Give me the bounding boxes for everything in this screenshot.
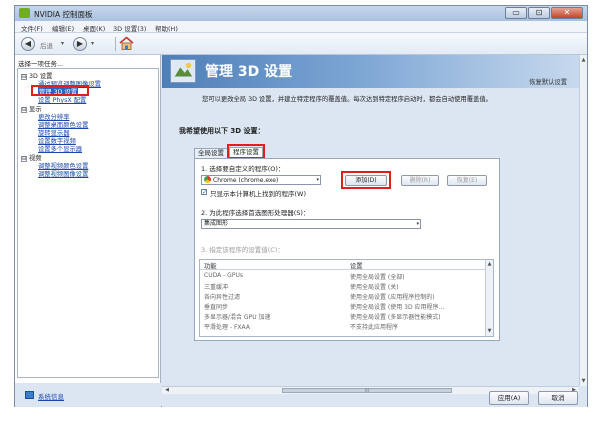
- home-icon[interactable]: [119, 36, 134, 51]
- highlight-box: [341, 171, 391, 189]
- menu-edit[interactable]: 编辑(E): [52, 23, 74, 33]
- program-settings-panel: 1. 选择要自定义的程序(O)： Chrome (chrome.exe) ▾ 添…: [194, 158, 500, 341]
- menu-3d-settings[interactable]: 3D 设置(3): [113, 23, 146, 33]
- toolbar: ◀ 后退 ▾ ▶ ▾: [15, 33, 587, 55]
- tree-item-video-image[interactable]: 调整视频图像设置: [38, 169, 88, 178]
- scroll-down-icon[interactable]: ▼: [580, 377, 587, 385]
- cell-setting: 使用全局设置 (应用程序控制的): [350, 294, 435, 301]
- restore-defaults-link[interactable]: 恢复默认设置: [529, 77, 567, 86]
- cell-feature: 多显示器/混合 GPU 加速: [204, 314, 271, 321]
- page-banner: 管理 3D 设置 恢复默认设置: [162, 55, 579, 88]
- collapse-icon[interactable]: ⊟: [21, 107, 27, 113]
- page-description: 您可以更改全局 3D 设置，并建立特定程序的覆盖值。每次达到特定程序启动时，都会…: [202, 96, 492, 103]
- restore-program-button: 恢复(E): [447, 175, 487, 186]
- title-bar[interactable]: NVIDIA 控制面板 ▭ ⊡ ✕: [15, 6, 587, 21]
- apply-button[interactable]: 应用(A): [489, 391, 529, 405]
- tree-item-multiple-displays[interactable]: 设置多个显示器: [38, 144, 82, 153]
- maximize-button[interactable]: ⊡: [528, 7, 550, 19]
- close-button[interactable]: ✕: [551, 7, 583, 19]
- vertical-scrollbar[interactable]: ▲ ▼: [579, 55, 587, 386]
- highlight-box: [31, 85, 89, 96]
- remove-program-button: 删除(R): [401, 175, 439, 186]
- chevron-down-icon: ▾: [416, 221, 419, 227]
- content-pane: 管理 3D 设置 恢复默认设置 您可以更改全局 3D 设置，并建立特定程序的覆盖…: [162, 55, 587, 407]
- chevron-down-icon: ▾: [316, 177, 319, 183]
- program-select-value: Chrome (chrome.exe): [213, 177, 279, 184]
- chrome-icon: [204, 176, 211, 183]
- cell-feature: 三重缓冲: [204, 284, 229, 291]
- cell-setting: 使用全局设置 (全部): [350, 274, 405, 281]
- 3d-settings-icon: [170, 59, 196, 83]
- cell-setting: 使用全局设置 (多显示器性能模式): [350, 314, 441, 321]
- system-info-bar: 系统信息: [15, 383, 161, 407]
- cell-feature: 垂直同步: [204, 304, 229, 311]
- minimize-button[interactable]: ▭: [505, 7, 527, 19]
- menu-bar: 文件(F) 编辑(E) 桌面(K) 3D 设置(3) 帮助(H): [15, 21, 587, 33]
- step1-label: 1. 选择要自定义的程序(O)：: [201, 165, 285, 173]
- cell-feature: 各向异性过滤: [204, 294, 241, 301]
- step2-label: 2. 为此程序选择首选图形处理器(S)：: [201, 209, 310, 217]
- step3-label: 3. 指定该程序的设置值(C)：: [201, 246, 284, 254]
- forward-dropdown-icon[interactable]: ▾: [91, 40, 94, 47]
- collapse-icon[interactable]: ⊟: [21, 74, 27, 80]
- cell-setting: 使用全局设置 (使用 3D 应用程序...: [350, 304, 445, 311]
- back-button[interactable]: ◀: [21, 37, 35, 51]
- forward-button[interactable]: ▶: [73, 37, 87, 51]
- task-pane-heading: 选择一项任务...: [18, 60, 64, 68]
- app-window: NVIDIA 控制面板 ▭ ⊡ ✕ 文件(F) 编辑(E) 桌面(K) 3D 设…: [14, 5, 588, 407]
- tree-item-physx-config[interactable]: 设置 PhysX 配置: [38, 95, 86, 104]
- system-info-link[interactable]: 系统信息: [38, 391, 64, 401]
- page-title: 管理 3D 设置: [205, 64, 293, 80]
- gpu-select[interactable]: 集成图形 ▾: [201, 219, 421, 229]
- settings-table: 功能 设置 CUDA - GPUs 使用全局设置 (全部) 三重缓冲 使用全局设置 …: [199, 259, 494, 337]
- only-show-found-checkbox[interactable]: ✓: [201, 189, 207, 196]
- table-scrollbar[interactable]: ▲ ▼: [485, 260, 493, 336]
- menu-help[interactable]: 帮助(H): [155, 23, 178, 33]
- collapse-icon[interactable]: ⊟: [21, 156, 27, 162]
- cell-setting: 使用全局设置 (关): [350, 284, 399, 291]
- scroll-down-icon[interactable]: ▼: [486, 328, 493, 334]
- back-dropdown-icon[interactable]: ▾: [61, 40, 64, 47]
- task-tree: ⊟ 3D 设置 通过预览调整图像设置 管理 3D 设置 设置 PhysX 配置 ⊟…: [17, 68, 159, 378]
- gpu-select-value: 集成图形: [204, 220, 229, 227]
- scroll-up-icon[interactable]: ▲: [486, 261, 493, 267]
- scroll-up-icon[interactable]: ▲: [580, 56, 587, 64]
- tab-global-settings[interactable]: 全局设置: [194, 148, 228, 158]
- scroll-thumb[interactable]: III: [282, 388, 452, 393]
- back-label: 后退: [40, 42, 53, 50]
- program-select[interactable]: Chrome (chrome.exe) ▾: [201, 175, 321, 185]
- system-info-icon: [25, 391, 34, 399]
- section-title: 我希望使用以下 3D 设置：: [179, 127, 265, 135]
- cell-setting: 不支持此应用程序: [350, 324, 399, 331]
- cell-feature: CUDA - GPUs: [204, 272, 243, 279]
- cancel-button[interactable]: 取消: [538, 391, 578, 405]
- scroll-left-icon[interactable]: ◀: [163, 387, 171, 394]
- highlight-box: [227, 144, 265, 159]
- only-show-found-label: 只显示本计算机上找到的程序(W): [210, 190, 306, 198]
- toolbar-separator: [115, 37, 116, 51]
- menu-file[interactable]: 文件(F): [21, 23, 43, 33]
- window-title: NVIDIA 控制面板: [34, 10, 93, 19]
- cell-feature: 平滑处理 - FXAA: [204, 324, 250, 331]
- nvidia-logo-icon: [19, 8, 30, 18]
- menu-desktop[interactable]: 桌面(K): [83, 23, 105, 33]
- header-divider: [200, 269, 485, 270]
- task-pane: 选择一项任务... ⊟ 3D 设置 通过预览调整图像设置 管理 3D 设置 设置 …: [15, 55, 161, 383]
